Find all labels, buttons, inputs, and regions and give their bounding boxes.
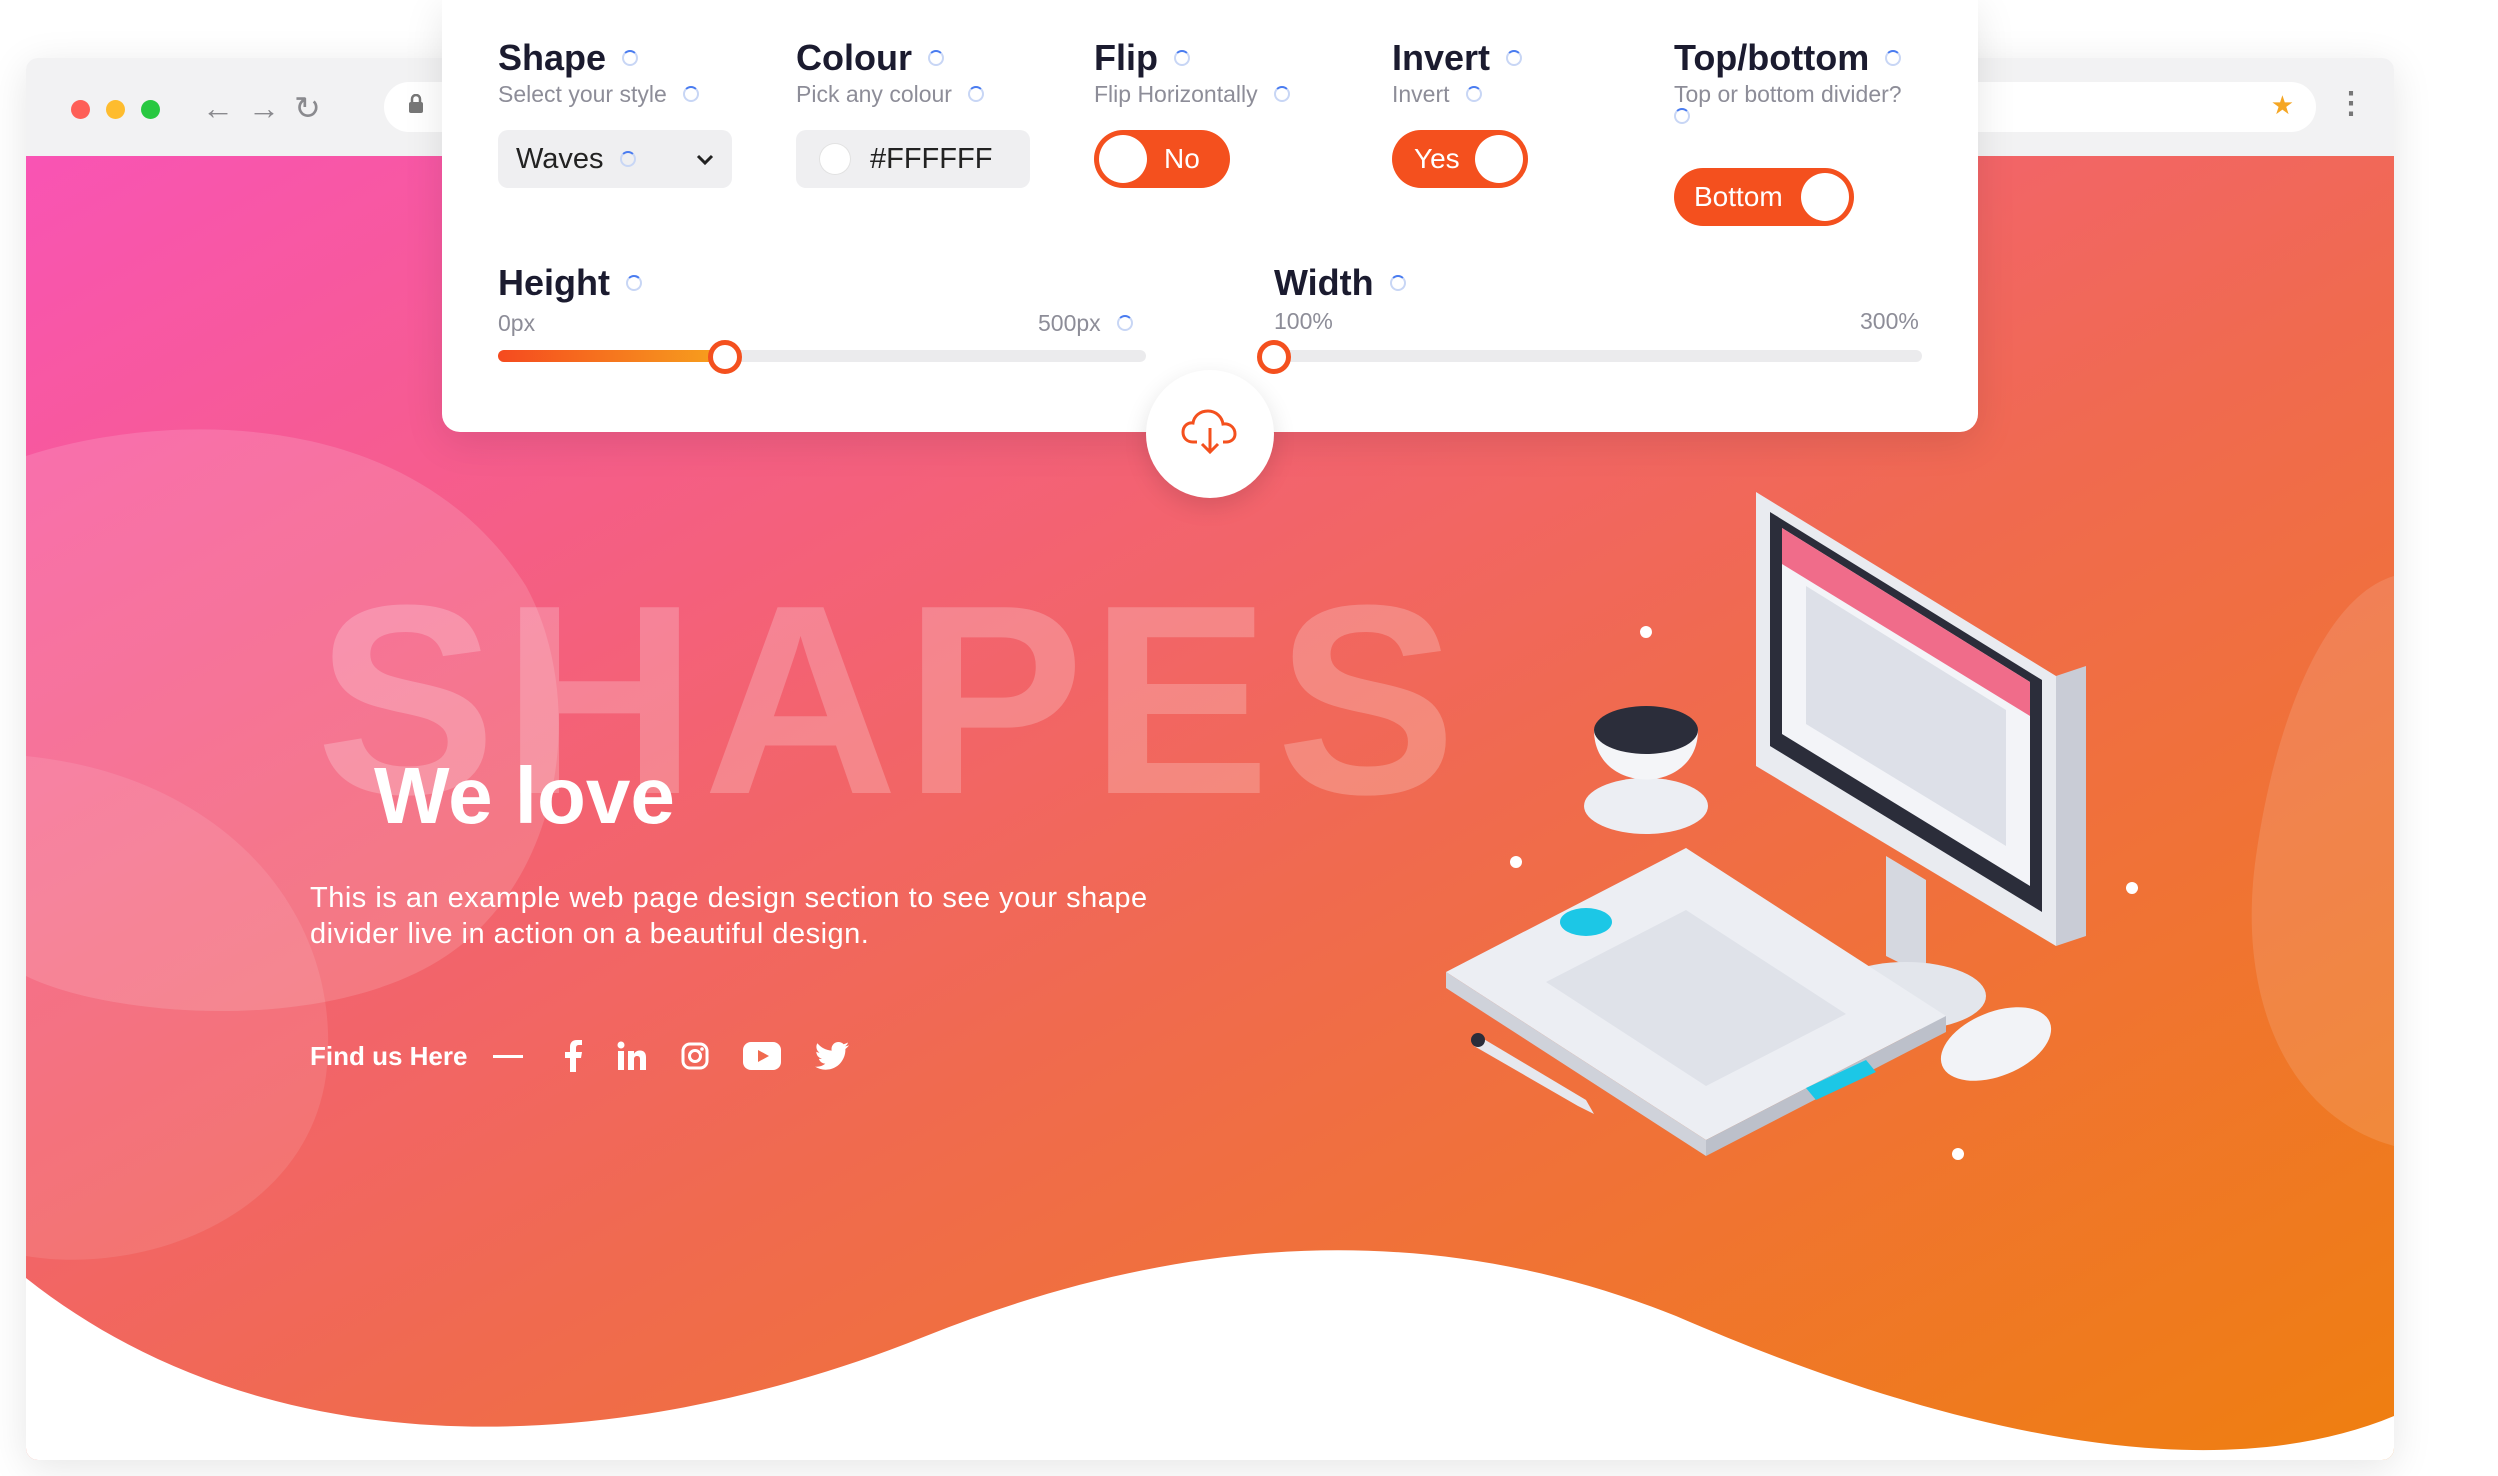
colour-field: Colour Pick any colour bbox=[796, 36, 984, 108]
flip-label: Flip bbox=[1094, 37, 1158, 78]
height-slider-fill bbox=[498, 350, 725, 362]
toggle-knob bbox=[1099, 135, 1147, 183]
loading-spinner-icon bbox=[682, 86, 699, 102]
close-window-button[interactable] bbox=[71, 100, 90, 119]
width-min-label: 100% bbox=[1274, 308, 1333, 334]
height-slider-field: Height bbox=[498, 262, 642, 304]
colour-value: #FFFFFF bbox=[870, 142, 993, 175]
width-slider-field: Width bbox=[1274, 262, 1406, 304]
loading-spinner-icon bbox=[927, 50, 944, 66]
minimize-window-button[interactable] bbox=[106, 100, 125, 119]
flip-field: Flip Flip Horizontally bbox=[1094, 36, 1290, 108]
loading-spinner-icon bbox=[1674, 108, 1690, 124]
download-button[interactable] bbox=[1146, 370, 1274, 498]
shape-select[interactable]: Waves bbox=[498, 130, 732, 188]
invert-toggle[interactable]: Yes bbox=[1392, 130, 1528, 188]
width-max-label: 300% bbox=[1860, 308, 1919, 334]
loading-spinner-icon bbox=[967, 86, 984, 102]
flip-toggle[interactable]: No bbox=[1094, 130, 1230, 188]
loading-spinner-icon bbox=[626, 275, 642, 291]
loading-spinner-icon bbox=[1506, 50, 1523, 66]
social-links: Find us Here bbox=[310, 1036, 883, 1076]
height-label: Height bbox=[498, 262, 610, 303]
height-min-label: 0px bbox=[498, 310, 536, 336]
shape-label: Shape bbox=[498, 37, 607, 78]
shape-select-value: Waves bbox=[516, 142, 604, 175]
browser-menu-icon[interactable]: ⋮ bbox=[2336, 86, 2366, 121]
loading-spinner-icon bbox=[1465, 86, 1482, 102]
height-max-label: 500px bbox=[1038, 310, 1133, 337]
shape-settings-panel: Shape Select your style Waves Colour Pic… bbox=[442, 0, 1978, 432]
toggle-knob bbox=[1801, 173, 1849, 221]
flip-subtitle: Flip Horizontally bbox=[1094, 81, 1258, 107]
forward-arrow-icon[interactable]: → bbox=[248, 88, 280, 128]
chevron-down-icon bbox=[696, 144, 714, 181]
loading-spinner-icon bbox=[1885, 50, 1902, 66]
loading-spinner-icon bbox=[1273, 86, 1290, 102]
colour-picker-input[interactable]: #FFFFFF bbox=[796, 130, 1030, 188]
colour-swatch[interactable] bbox=[820, 144, 850, 174]
toggle-knob bbox=[1475, 135, 1523, 183]
back-arrow-icon[interactable]: ← bbox=[202, 88, 234, 128]
shape-subtitle: Select your style bbox=[498, 81, 667, 107]
position-field: Top/bottom Top or bottom divider? bbox=[1674, 36, 1902, 124]
position-toggle-label: Bottom bbox=[1694, 181, 1783, 212]
height-slider-thumb[interactable] bbox=[708, 340, 742, 374]
invert-toggle-label: Yes bbox=[1414, 143, 1460, 174]
height-slider[interactable] bbox=[498, 340, 1146, 374]
bookmark-star-icon[interactable]: ★ bbox=[2271, 90, 2294, 121]
hero-headline: We love bbox=[374, 751, 675, 840]
divider-dash bbox=[493, 1054, 524, 1058]
youtube-icon[interactable] bbox=[743, 1036, 782, 1076]
width-slider[interactable] bbox=[1257, 340, 1922, 374]
facebook-icon[interactable] bbox=[563, 1036, 583, 1076]
flip-toggle-label: No bbox=[1164, 143, 1200, 174]
invert-subtitle: Invert bbox=[1392, 81, 1450, 107]
colour-subtitle: Pick any colour bbox=[796, 81, 952, 107]
twitter-icon[interactable] bbox=[815, 1036, 850, 1076]
cloud-download-icon bbox=[1181, 408, 1239, 461]
colour-label: Colour bbox=[796, 37, 912, 78]
width-label: Width bbox=[1274, 262, 1374, 303]
lock-icon bbox=[408, 93, 424, 120]
linkedin-icon[interactable] bbox=[617, 1036, 647, 1076]
position-label: Top/bottom bbox=[1674, 37, 1870, 78]
loading-spinner-icon bbox=[1173, 50, 1190, 66]
maximize-window-button[interactable] bbox=[141, 100, 160, 119]
find-us-label: Find us Here bbox=[310, 1040, 468, 1071]
instagram-icon[interactable] bbox=[681, 1036, 709, 1076]
loading-spinner-icon bbox=[1116, 315, 1133, 331]
shape-field: Shape Select your style bbox=[498, 36, 699, 108]
invert-field: Invert Invert bbox=[1392, 36, 1523, 108]
invert-label: Invert bbox=[1392, 37, 1491, 78]
hero-description: This is an example web page design secti… bbox=[310, 882, 1148, 950]
reload-icon[interactable]: ↻ bbox=[294, 88, 321, 128]
loading-spinner-icon bbox=[622, 50, 639, 66]
position-subtitle: Top or bottom divider? bbox=[1674, 81, 1902, 107]
loading-spinner-icon bbox=[619, 151, 636, 167]
position-toggle[interactable]: Bottom bbox=[1674, 168, 1854, 226]
loading-spinner-icon bbox=[1389, 275, 1406, 291]
width-slider-thumb[interactable] bbox=[1257, 340, 1291, 374]
